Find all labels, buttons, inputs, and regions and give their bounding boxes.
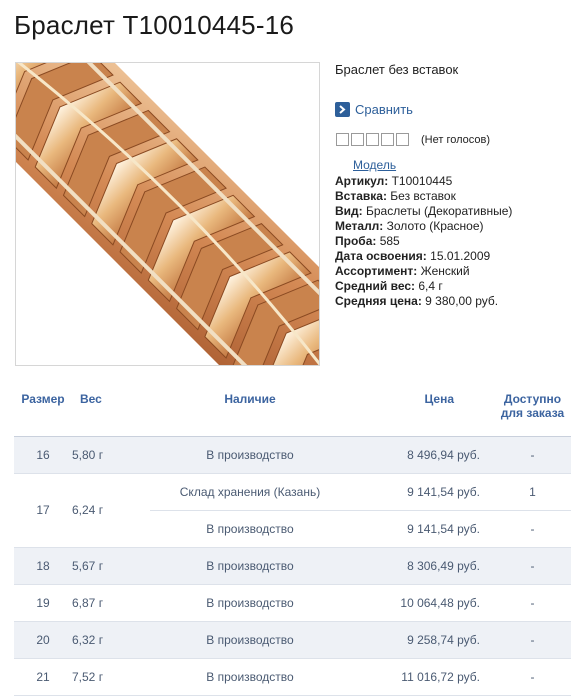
property-date: Дата освоения: 15.01.2009 bbox=[335, 249, 491, 263]
property-insert: Вставка: Без вставок bbox=[335, 189, 456, 203]
cell-price: 9 141,54 руб. bbox=[407, 484, 480, 499]
cell-weight: 6,32 г bbox=[72, 621, 150, 659]
cell-size: 17 bbox=[14, 473, 72, 548]
rating-widget: (Нет голосов) bbox=[336, 133, 490, 146]
cell-order: - bbox=[494, 658, 571, 696]
bracelet-illustration bbox=[16, 63, 319, 365]
cell-weight: 5,67 г bbox=[72, 547, 150, 585]
property-assortment: Ассортимент: Женский bbox=[335, 264, 470, 278]
product-image[interactable] bbox=[15, 62, 320, 366]
table-row: 19 6,87 г В производство 10 064,48 руб. … bbox=[14, 584, 571, 622]
product-subtitle: Браслет без вставок bbox=[335, 62, 459, 77]
model-link[interactable]: Модель bbox=[353, 158, 396, 172]
cell-weight: 5,80 г bbox=[72, 435, 150, 474]
cell-size: 21 bbox=[14, 658, 72, 696]
cell-stock: В производство bbox=[150, 658, 350, 696]
availability-table: Размер Вес Наличие Цена Доступно для зака… bbox=[14, 378, 571, 696]
cell-order: - bbox=[494, 435, 571, 474]
cell-order: - bbox=[494, 509, 571, 548]
rating-star-4[interactable] bbox=[381, 133, 394, 146]
cell-stock: В производство bbox=[150, 435, 350, 474]
table-row: 18 5,67 г В производство 8 306,49 руб. - bbox=[14, 547, 571, 585]
cell-price: 9 258,74 руб. bbox=[350, 621, 494, 659]
header-size: Размер bbox=[21, 392, 65, 406]
cell-order: 1 bbox=[529, 484, 536, 499]
cell-stock: В производство bbox=[150, 621, 350, 659]
table-header-row: Размер Вес Наличие Цена Доступно для зака… bbox=[14, 378, 571, 436]
cell-price: 9 141,54 руб. bbox=[350, 509, 494, 548]
cell-weight: 6,24 г bbox=[72, 473, 150, 548]
votes-count: (Нет голосов) bbox=[421, 133, 491, 146]
header-weight: Вес bbox=[80, 392, 102, 406]
rating-star-2[interactable] bbox=[351, 133, 364, 146]
property-type: Вид: Браслеты (Декоративные) bbox=[335, 204, 513, 218]
compare-button[interactable]: Сравнить bbox=[335, 102, 413, 117]
compare-label: Сравнить bbox=[355, 102, 413, 117]
cell-order: - bbox=[494, 621, 571, 659]
rating-star-3[interactable] bbox=[366, 133, 379, 146]
property-avg-price: Средняя цена: 9 380,00 руб. bbox=[335, 294, 499, 308]
property-hallmark: Проба: 585 bbox=[335, 234, 400, 248]
chevron-right-icon bbox=[335, 102, 350, 117]
cell-stock: Склад хранения (Казань) bbox=[179, 484, 321, 499]
cell-price: 10 064,48 руб. bbox=[350, 584, 494, 622]
property-metal: Металл: Золото (Красное) bbox=[335, 219, 484, 233]
table-row: 21 7,52 г В производство 11 016,72 руб. … bbox=[14, 658, 571, 696]
cell-price: 11 016,72 руб. bbox=[350, 658, 494, 696]
property-article: Артикул: Т10010445 bbox=[335, 174, 453, 188]
product-properties: Артикул: Т10010445 Вставка: Без вставок … bbox=[335, 174, 512, 309]
table-row: 20 6,32 г В производство 9 258,74 руб. - bbox=[14, 621, 571, 659]
cell-stock: В производство bbox=[150, 509, 350, 548]
cell-price: 8 306,49 руб. bbox=[350, 547, 494, 585]
cell-order: - bbox=[494, 547, 571, 585]
header-order: Доступно для заказа bbox=[500, 392, 565, 420]
cell-order: - bbox=[494, 584, 571, 622]
table-row: 17 6,24 г Склад хранения (Казань) 9 141,… bbox=[14, 473, 571, 548]
cell-weight: 6,87 г bbox=[72, 584, 150, 622]
cell-weight: 7,52 г bbox=[72, 658, 150, 696]
property-avg-weight: Средний вес: 6,4 г bbox=[335, 279, 443, 293]
header-price: Цена bbox=[424, 392, 454, 406]
cell-size: 18 bbox=[14, 547, 72, 585]
rating-star-5[interactable] bbox=[396, 133, 409, 146]
header-stock: Наличие bbox=[224, 392, 276, 406]
rating-star-1[interactable] bbox=[336, 133, 349, 146]
cell-stock: В производство bbox=[150, 584, 350, 622]
page-title: Браслет Т10010445-16 bbox=[14, 10, 295, 40]
cell-size: 16 bbox=[14, 435, 72, 474]
cell-size: 19 bbox=[14, 584, 72, 622]
cell-price: 8 496,94 руб. bbox=[350, 435, 494, 474]
cell-size: 20 bbox=[14, 621, 72, 659]
cell-stock: В производство bbox=[150, 547, 350, 585]
table-row: 16 5,80 г В производство 8 496,94 руб. - bbox=[14, 435, 571, 474]
